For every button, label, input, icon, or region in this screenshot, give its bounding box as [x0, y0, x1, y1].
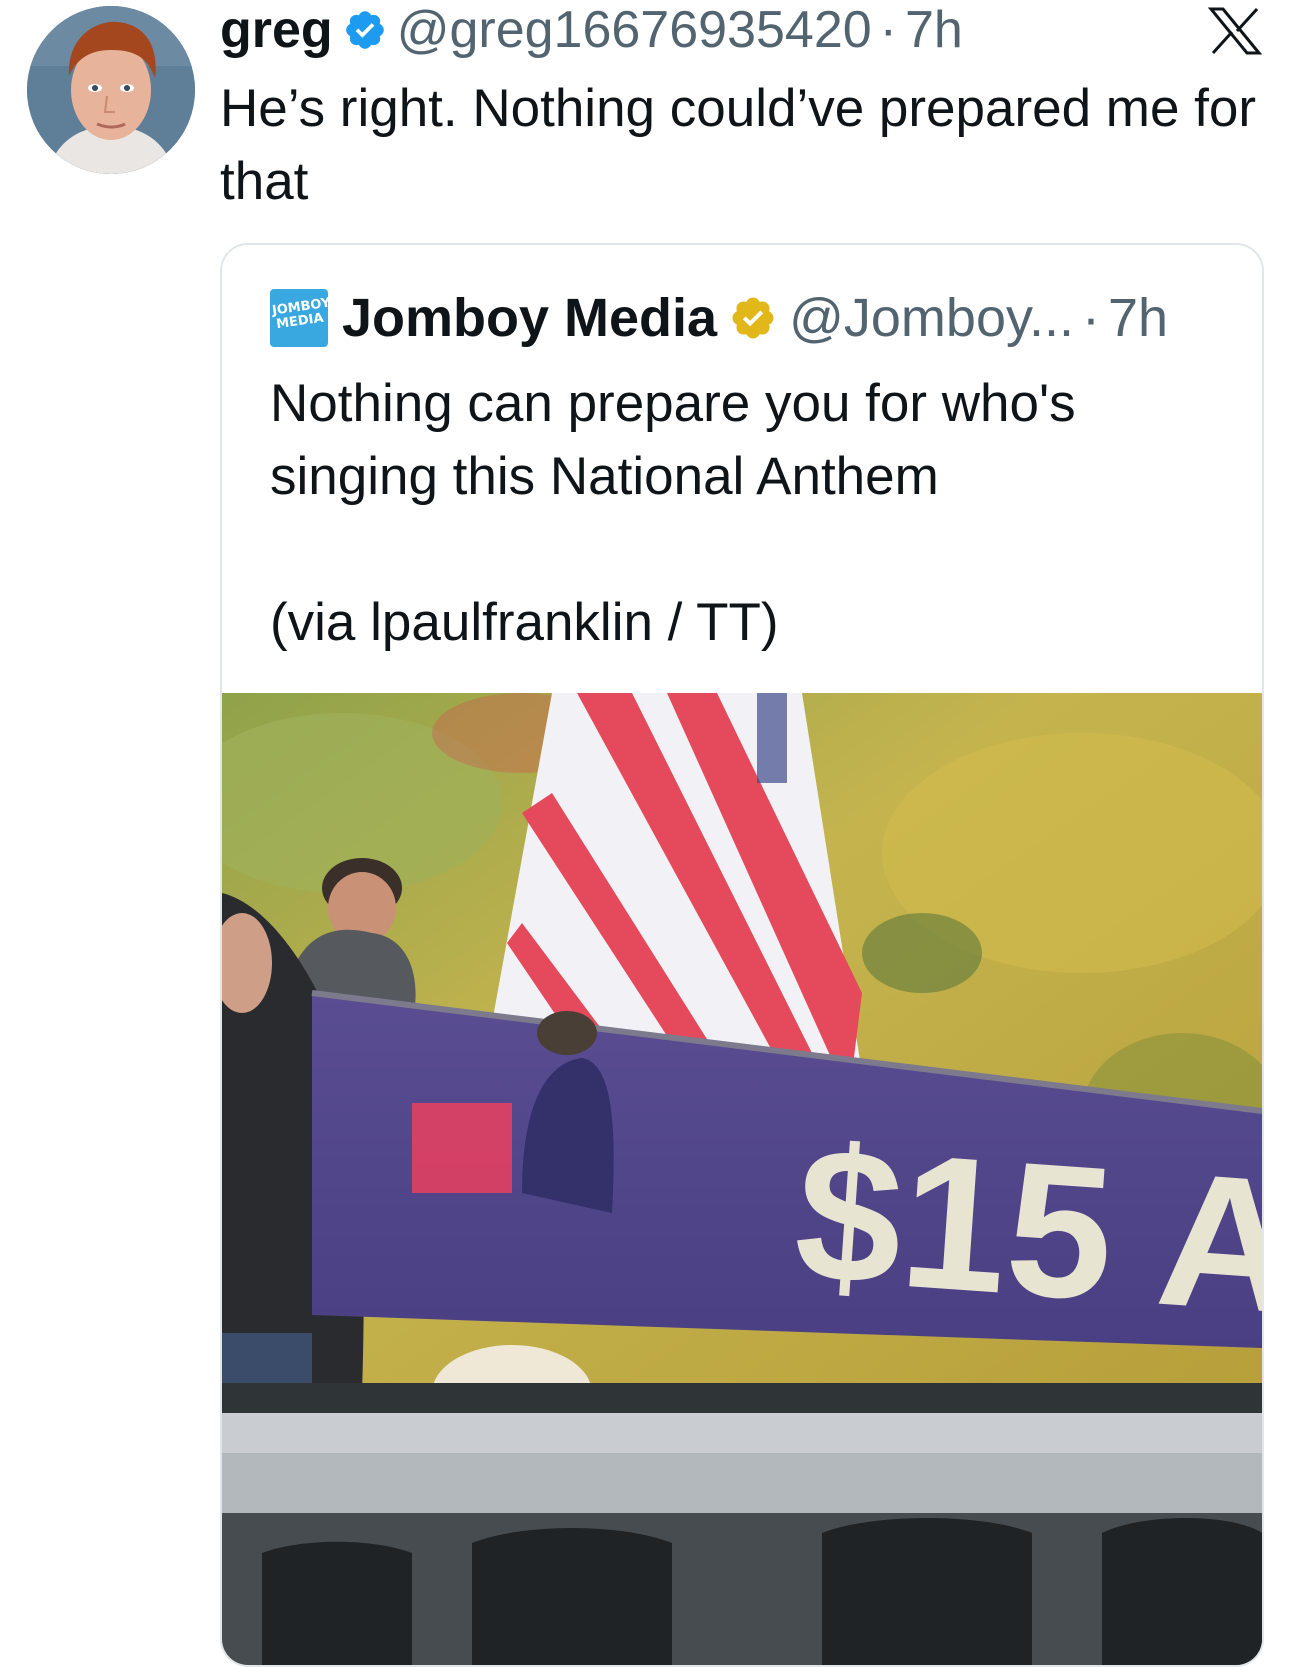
quoted-tweet-media[interactable]: $15 A	[222, 693, 1262, 1665]
quoted-tweet-text: Nothing can prepare you for who's singin…	[270, 367, 1230, 659]
quoted-tweet-card[interactable]: JOMBOY MEDIA Jomboy Media @Jomboy... · 7…	[220, 243, 1264, 1667]
quoted-tweet-body: Nothing can prepare you for who's singin…	[270, 374, 1076, 506]
x-logo-icon[interactable]	[1208, 6, 1262, 56]
author-name[interactable]: greg	[220, 0, 333, 60]
avatar-photo	[27, 6, 195, 174]
jomboy-media-logo[interactable]: JOMBOY MEDIA	[270, 289, 328, 347]
verified-badge-icon	[345, 11, 384, 49]
quoted-author-name[interactable]: Jomboy Media	[342, 287, 717, 349]
quoted-author-handle[interactable]: @Jomboy...	[789, 287, 1074, 349]
author-handle[interactable]: @greg16676935420	[397, 0, 872, 60]
banner-text: $15 A	[789, 1107, 1262, 1353]
quoted-separator-dot: ·	[1081, 288, 1100, 348]
author-avatar[interactable]	[27, 6, 195, 174]
tweet-text: He’s right. Nothing could’ve prepared me…	[220, 79, 1257, 211]
quoted-tweet-header: JOMBOY MEDIA Jomboy Media @Jomboy... · 7…	[270, 283, 1168, 353]
quoted-tweet-via: (via lpaulfranklin / TT)	[270, 593, 779, 652]
tweet-timestamp[interactable]: 7h	[905, 0, 963, 60]
video-thumbnail: $15 A	[222, 693, 1262, 1665]
verified-gold-badge-icon	[732, 297, 774, 339]
tweet-header: greg @greg16676935420 · 7h	[220, 0, 963, 60]
separator-dot: ·	[879, 1, 897, 59]
quoted-timestamp[interactable]: 7h	[1108, 287, 1168, 349]
